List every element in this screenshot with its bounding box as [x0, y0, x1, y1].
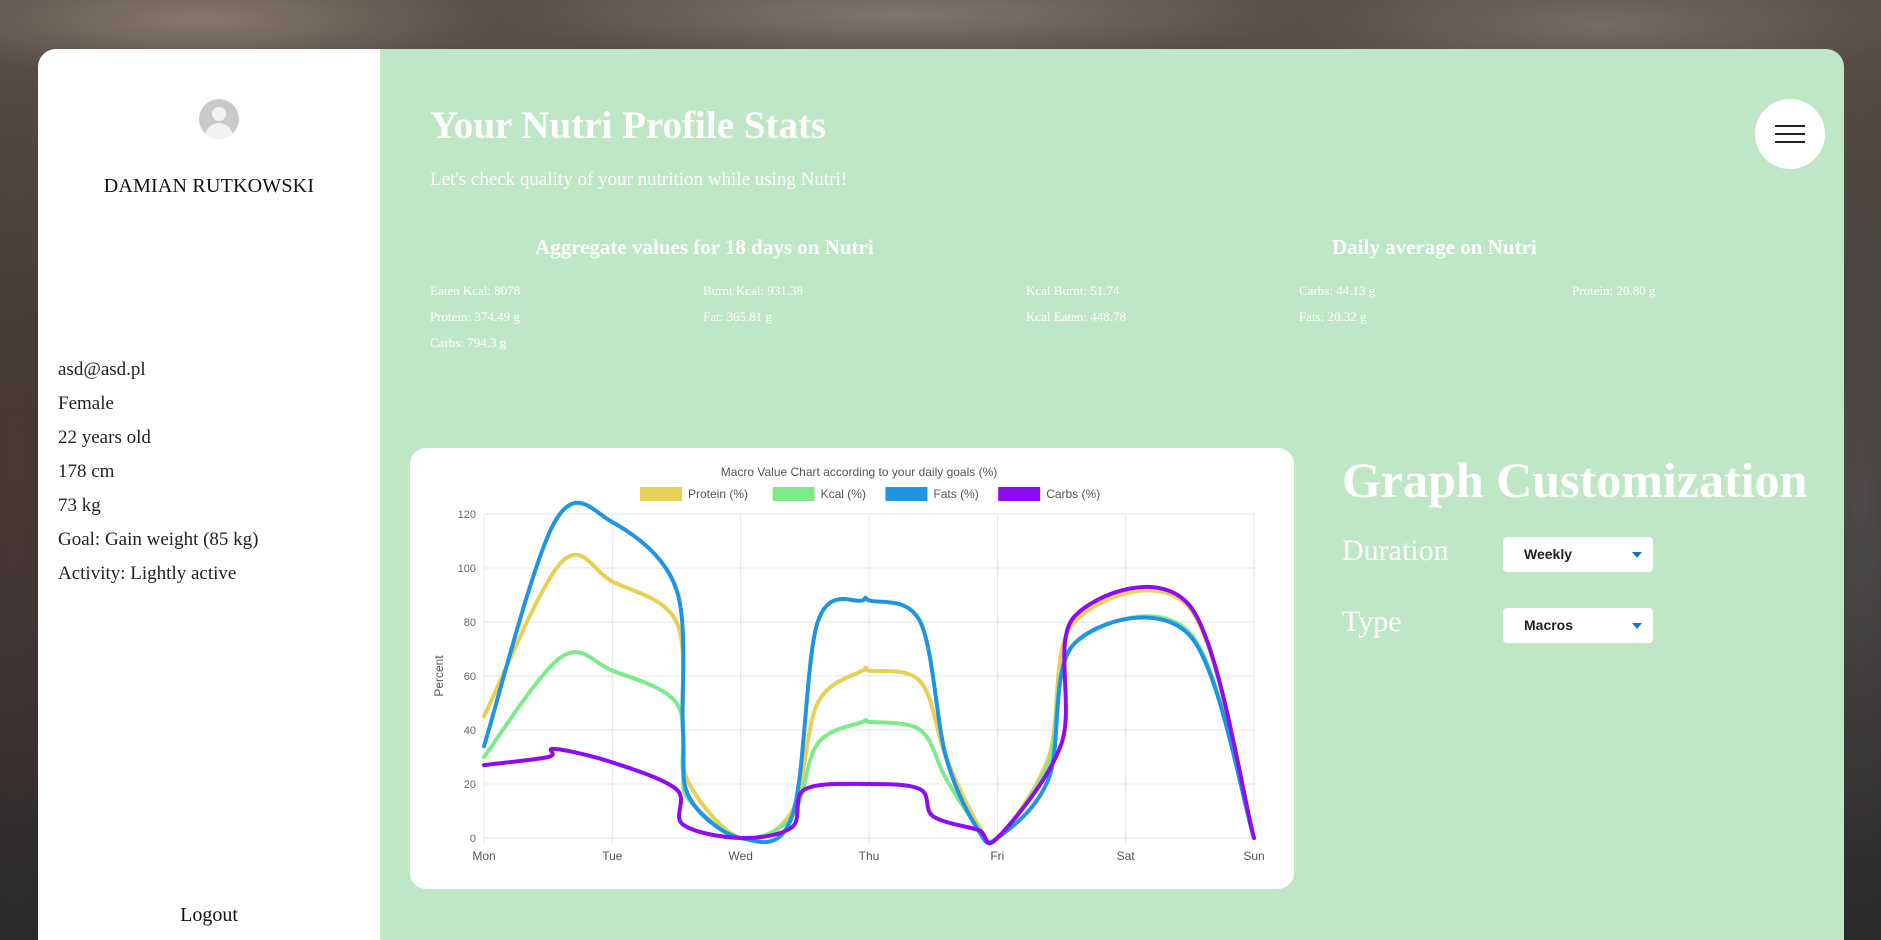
y-tick-label: 120	[458, 509, 476, 521]
avatar-head	[212, 107, 226, 121]
duration-label: Duration	[1342, 534, 1449, 567]
aggregate-heading: Aggregate values for 18 days on Nutri	[535, 235, 874, 259]
legend-swatch	[640, 487, 682, 501]
page-title: Your Nutri Profile Stats	[430, 104, 827, 147]
daily-kcal-eaten: Kcal Eaten: 448.78	[1026, 309, 1126, 324]
y-tick-label: 80	[464, 617, 476, 629]
chevron-down-icon	[1632, 552, 1642, 558]
type-value: Macros	[1524, 617, 1574, 633]
y-tick-label: 20	[464, 779, 476, 791]
duration-value: Weekly	[1524, 546, 1572, 562]
aggregate-protein: Protein: 374.49 g	[430, 309, 520, 324]
x-tick-label: Wed	[728, 849, 752, 863]
aggregate-fat: Fat: 365.81 g	[703, 309, 772, 324]
logout-button[interactable]: Logout	[38, 904, 380, 927]
hamburger-icon	[1775, 125, 1805, 127]
type-select[interactable]: Macros	[1503, 608, 1653, 643]
y-axis-label: Percent	[432, 655, 446, 697]
chart-title: Macro Value Chart according to your dail…	[721, 465, 998, 479]
profile-age: 22 years old	[58, 427, 151, 448]
avatar	[199, 99, 239, 139]
daily-carbs: Carbs: 44.13 g	[1299, 283, 1376, 298]
legend-swatch	[885, 487, 928, 501]
legend-label: Carbs (%)	[1046, 487, 1100, 501]
legend-swatch	[772, 487, 815, 501]
legend-label: Kcal (%)	[821, 487, 866, 501]
profile-email: asd@asd.pl	[58, 359, 146, 380]
legend-label: Protein (%)	[688, 487, 748, 501]
y-tick-label: 40	[464, 725, 476, 737]
y-tick-label: 100	[458, 563, 476, 575]
x-tick-label: Mon	[472, 849, 495, 863]
profile-sidebar: DAMIAN RUTKOWSKI asd@asd.pl Female 22 ye…	[38, 49, 380, 940]
x-tick-label: Fri	[990, 849, 1004, 863]
x-tick-label: Thu	[859, 849, 880, 863]
daily-fats: Fats: 20.32 g	[1299, 309, 1367, 324]
aggregate-carbs: Carbs: 794.3 g	[430, 335, 507, 350]
x-tick-label: Sat	[1117, 849, 1136, 863]
y-tick-label: 0	[470, 833, 476, 845]
page-subtitle: Let's check quality of your nutrition wh…	[430, 169, 848, 190]
daily-kcal-burnt: Kcal Burnt: 51.74	[1026, 283, 1120, 298]
profile-gender: Female	[58, 393, 114, 414]
profile-goal: Goal: Gain weight (85 kg)	[58, 529, 259, 550]
stats-panel: Your Nutri Profile Stats Let's check qua…	[380, 49, 1844, 940]
daily-protein: Protein: 20.80 g	[1572, 283, 1656, 298]
x-tick-label: Sun	[1243, 849, 1264, 863]
profile-height: 178 cm	[58, 461, 115, 482]
type-label: Type	[1342, 605, 1402, 638]
aggregate-burnt-kcal: Burnt Kcal: 931.38	[703, 283, 804, 298]
legend-swatch	[998, 487, 1041, 501]
duration-select[interactable]: Weekly	[1503, 537, 1653, 572]
daily-heading: Daily average on Nutri	[1332, 235, 1537, 259]
user-name: DAMIAN RUTKOWSKI	[103, 175, 315, 197]
macro-chart-card: Macro Value Chart according to your dail…	[410, 448, 1294, 889]
customization-title: Graph Customization	[1342, 452, 1808, 508]
profile-info-list: asd@asd.pl Female 22 years old 178 cm 73…	[58, 358, 259, 596]
profile-weight: 73 kg	[58, 495, 101, 516]
y-tick-label: 60	[464, 671, 476, 683]
menu-button[interactable]	[1755, 99, 1825, 169]
legend-label: Fats (%)	[933, 487, 978, 501]
profile-activity: Activity: Lightly active	[58, 563, 237, 584]
aggregate-eaten-kcal: Eaten Kcal: 8078	[430, 283, 521, 298]
hamburger-icon	[1775, 133, 1805, 135]
avatar-body	[205, 123, 233, 139]
chevron-down-icon	[1632, 623, 1642, 629]
x-tick-label: Tue	[602, 849, 623, 863]
hamburger-icon	[1775, 141, 1805, 143]
macro-line-chart: Macro Value Chart according to your dail…	[432, 465, 1265, 863]
